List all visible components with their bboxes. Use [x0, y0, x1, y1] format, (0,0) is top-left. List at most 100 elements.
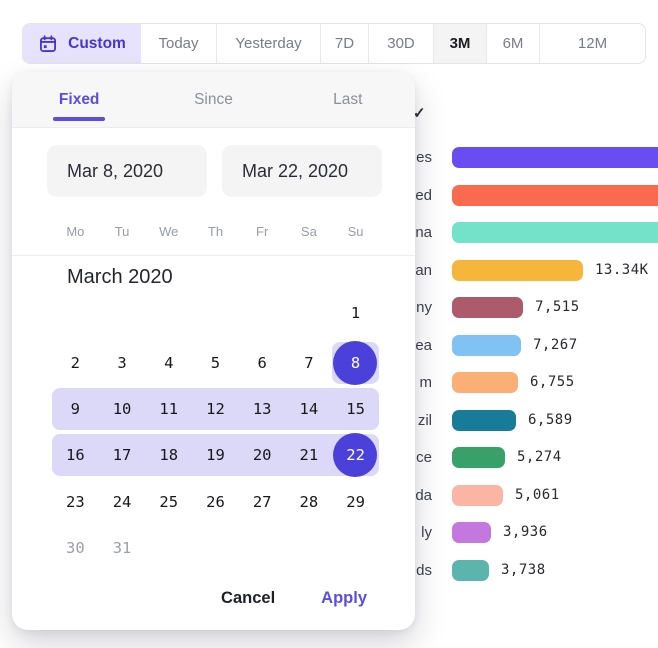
date-range-toolbar: Custom TodayYesterday7D30D3M6M12M [22, 23, 646, 64]
date-picker-popover: Fixed Since Last Mar 8, 2020 Mar 22, 202… [12, 72, 415, 630]
calendar-day-number: 11 [159, 400, 178, 418]
calendar-day[interactable]: 29 [332, 479, 379, 525]
range-preset-button[interactable]: 3M [433, 24, 486, 63]
calendar-day[interactable] [52, 290, 99, 336]
calendar-day[interactable] [239, 290, 286, 336]
country-bar[interactable] [452, 185, 658, 206]
calendar-day[interactable]: 18 [145, 432, 192, 478]
country-value: 6,755 [530, 372, 575, 393]
calendar-day-number: 12 [206, 400, 225, 418]
calendar-day[interactable]: 16 [52, 432, 99, 478]
calendar-day[interactable] [192, 290, 239, 336]
calendar-day-number: 15 [346, 400, 365, 418]
calendar-day-number: 24 [113, 493, 132, 511]
country-bar[interactable] [452, 147, 658, 168]
calendar-day[interactable]: 3 [99, 340, 146, 386]
calendar-day[interactable]: 15 [332, 386, 379, 432]
country-bar[interactable] [452, 222, 658, 243]
calendar-day[interactable]: 17 [99, 432, 146, 478]
cancel-button[interactable]: Cancel [221, 589, 275, 608]
range-preset-button[interactable]: Yesterday [216, 24, 320, 63]
calendar-day[interactable]: 30 [52, 525, 99, 571]
calendar-day[interactable] [286, 525, 333, 571]
picker-tab[interactable]: Since [146, 72, 280, 127]
country-bar[interactable] [452, 335, 521, 356]
calendar-day-number: 17 [113, 446, 132, 464]
calendar-day[interactable] [286, 290, 333, 336]
country-value: 13.34K [595, 260, 649, 281]
calendar-day[interactable]: 31 [99, 525, 146, 571]
calendar-day[interactable]: 4 [145, 340, 192, 386]
calendar-day-number: 14 [300, 400, 319, 418]
country-bar[interactable] [452, 485, 503, 506]
calendar-day[interactable]: 23 [52, 479, 99, 525]
calendar-day[interactable]: 7 [286, 340, 333, 386]
calendar-day-number: 2 [71, 354, 80, 372]
calendar-week-row: 30 31 [52, 525, 379, 571]
calendar-day[interactable]: 8 [332, 340, 379, 386]
calendar-day[interactable]: 25 [145, 479, 192, 525]
picker-tab[interactable]: Last [281, 72, 415, 127]
calendar-day[interactable] [99, 290, 146, 336]
calendar-day-number: 29 [346, 493, 365, 511]
picker-tabs: Fixed Since Last [12, 72, 415, 128]
calendar-day-number: 20 [253, 446, 272, 464]
calendar-day[interactable]: 24 [99, 479, 146, 525]
calendar-day[interactable]: 9 [52, 386, 99, 432]
calendar-day-number: 4 [164, 354, 173, 372]
calendar-day-number: 5 [211, 354, 220, 372]
country-value: 6,589 [528, 410, 573, 431]
calendar-day-number: 31 [113, 539, 132, 557]
start-date-input[interactable]: Mar 8, 2020 [47, 145, 207, 197]
picker-tab[interactable]: Fixed [12, 72, 146, 127]
calendar-day[interactable] [239, 525, 286, 571]
calendar-day[interactable]: 21 [286, 432, 333, 478]
calendar-day[interactable]: 2 [52, 340, 99, 386]
weekday-label: Th [192, 224, 239, 239]
custom-range-label: Custom [68, 35, 126, 53]
country-bar[interactable] [452, 522, 491, 543]
picker-tab-label: Fixed [59, 91, 99, 109]
calendar-day[interactable]: 5 [192, 340, 239, 386]
calendar-day[interactable]: 22 [332, 432, 379, 478]
calendar-day[interactable]: 19 [192, 432, 239, 478]
calendar-day-number: 23 [66, 493, 85, 511]
country-bar[interactable] [452, 297, 523, 318]
calendar-day[interactable]: 6 [239, 340, 286, 386]
calendar-day[interactable]: 13 [239, 386, 286, 432]
calendar-day[interactable]: 11 [145, 386, 192, 432]
custom-range-button[interactable]: Custom [23, 24, 141, 63]
calendar-day[interactable] [192, 525, 239, 571]
country-bar[interactable] [452, 447, 505, 468]
end-date-input[interactable]: Mar 22, 2020 [222, 145, 382, 197]
country-bar[interactable] [452, 560, 489, 581]
weekday-label: Mo [52, 224, 99, 239]
calendar-day[interactable] [145, 525, 192, 571]
calendar-day[interactable]: 12 [192, 386, 239, 432]
calendar-day[interactable]: 14 [286, 386, 333, 432]
calendar-day[interactable]: 1 [332, 290, 379, 336]
weekday-label: Su [332, 224, 379, 239]
calendar-day-number: 28 [300, 493, 319, 511]
country-bar[interactable] [452, 260, 583, 281]
country-bar[interactable] [452, 372, 518, 393]
range-preset-button[interactable]: 30D [368, 24, 433, 63]
calendar-day[interactable]: 28 [286, 479, 333, 525]
divider [12, 255, 415, 256]
calendar-day[interactable]: 20 [239, 432, 286, 478]
country-bar[interactable] [452, 410, 516, 431]
apply-button[interactable]: Apply [321, 589, 367, 608]
calendar-day[interactable]: 27 [239, 479, 286, 525]
picker-tab-label: Last [333, 91, 362, 109]
calendar-day[interactable]: 10 [99, 386, 146, 432]
range-preset-button[interactable]: 7D [320, 24, 368, 63]
range-preset-button[interactable]: 6M [486, 24, 539, 63]
calendar-day[interactable] [145, 290, 192, 336]
country-value: 3,738 [501, 560, 546, 581]
calendar-week-row: 1 [52, 290, 379, 336]
range-preset-button[interactable]: Today [141, 24, 216, 63]
calendar-day[interactable]: 26 [192, 479, 239, 525]
calendar-day[interactable] [332, 525, 379, 571]
range-preset-button[interactable]: 12M [539, 24, 645, 63]
calendar-day-number: 30 [66, 539, 85, 557]
